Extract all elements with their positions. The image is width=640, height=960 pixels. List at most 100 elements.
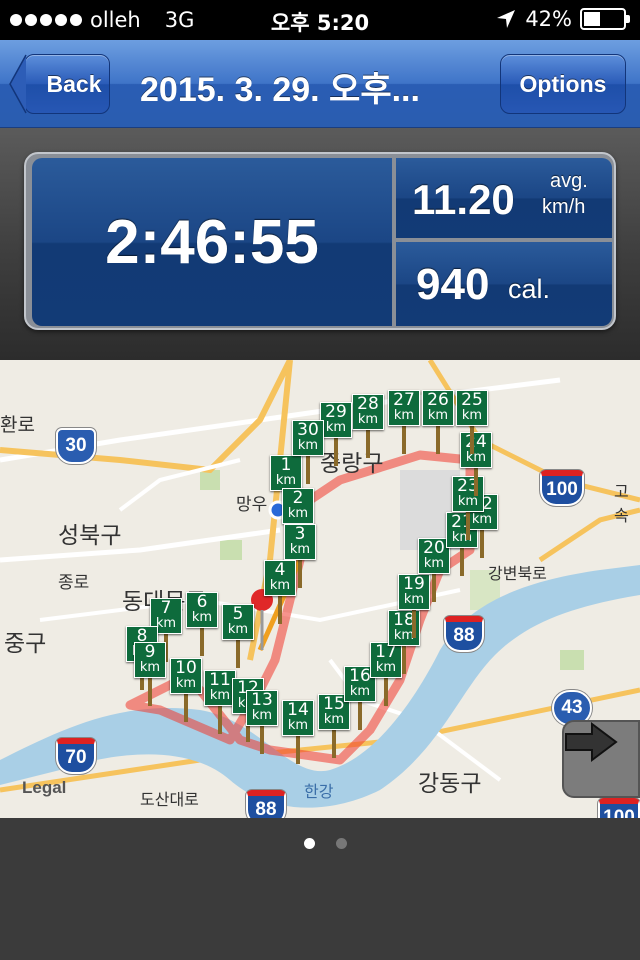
avg-speed-value: 11.20 bbox=[412, 176, 515, 223]
page-dot[interactable] bbox=[336, 838, 347, 849]
km-marker-unit: km bbox=[323, 712, 345, 727]
route-map[interactable]: 환로 성북구 종로 동대문구 중구 망우 중랑구 강변북로 강동구 도산대로 한… bbox=[0, 360, 640, 818]
km-marker-unit: km bbox=[287, 506, 309, 521]
km-marker-number: 10 bbox=[175, 658, 197, 678]
km-marker-unit: km bbox=[325, 420, 347, 435]
km-marker[interactable]: 4 km bbox=[264, 560, 296, 596]
km-marker-number: 4 bbox=[274, 560, 286, 580]
km-marker-unit: km bbox=[457, 494, 479, 509]
km-marker-pole bbox=[436, 426, 440, 454]
km-marker-unit: km bbox=[139, 660, 161, 675]
km-marker-unit: km bbox=[191, 610, 213, 625]
km-marker-pole bbox=[298, 560, 302, 588]
avg-speed-unit: km/h bbox=[542, 196, 586, 218]
km-marker[interactable]: 26 km bbox=[422, 390, 454, 426]
km-marker-pole bbox=[184, 694, 188, 722]
km-marker[interactable]: 1 km bbox=[270, 455, 302, 491]
avg-speed-label: avg. bbox=[550, 170, 588, 192]
km-marker-pole bbox=[306, 456, 310, 484]
location-arrow-icon bbox=[497, 10, 516, 28]
km-marker-unit: km bbox=[269, 578, 291, 593]
km-marker-unit: km bbox=[251, 708, 273, 723]
km-marker-number: 27 bbox=[393, 390, 415, 410]
km-marker-unit: km bbox=[465, 450, 487, 465]
km-marker[interactable]: 19 km bbox=[398, 574, 430, 610]
km-marker[interactable]: 14 km bbox=[282, 700, 314, 736]
km-marker-pole bbox=[480, 530, 484, 558]
navigation-bar: Back 2015. 3. 29. 오후... Options bbox=[0, 40, 640, 128]
back-button-label: Back bbox=[46, 70, 102, 97]
km-marker-number: 14 bbox=[287, 700, 309, 720]
km-marker[interactable]: 9 km bbox=[134, 642, 166, 678]
km-marker-unit: km bbox=[471, 512, 493, 527]
bottom-area bbox=[0, 870, 640, 960]
page-title: 2015. 3. 29. 오후... bbox=[140, 71, 420, 109]
km-marker[interactable]: 23 km bbox=[452, 476, 484, 512]
next-page-button[interactable] bbox=[562, 720, 640, 798]
km-marker-pole bbox=[366, 430, 370, 458]
km-marker[interactable]: 6 km bbox=[186, 592, 218, 628]
km-marker-number: 11 bbox=[209, 670, 231, 690]
km-marker-number: 25 bbox=[461, 390, 483, 410]
km-marker-unit: km bbox=[427, 408, 449, 423]
km-marker-number: 7 bbox=[160, 598, 172, 618]
km-marker-unit: km bbox=[461, 408, 483, 423]
km-marker-number: 23 bbox=[457, 476, 479, 496]
km-marker-unit: km bbox=[423, 556, 445, 571]
legal-link[interactable]: Legal bbox=[22, 778, 66, 798]
km-marker-unit: km bbox=[287, 718, 309, 733]
km-marker[interactable]: 30 km bbox=[292, 420, 324, 456]
km-marker[interactable]: 5 km bbox=[222, 604, 254, 640]
km-marker[interactable]: 25 km bbox=[456, 390, 488, 426]
km-marker[interactable]: 17 km bbox=[370, 642, 402, 678]
arrow-right-icon bbox=[565, 722, 618, 762]
map-label: 한강 bbox=[304, 782, 334, 801]
page-indicator bbox=[0, 818, 640, 870]
km-marker-number: 30 bbox=[297, 420, 319, 440]
km-marker-pole bbox=[148, 678, 152, 706]
avg-speed-display: 11.20 avg. km/h bbox=[396, 158, 612, 238]
map-label: 종로 bbox=[58, 573, 90, 593]
back-arrow-icon bbox=[9, 54, 27, 114]
options-button[interactable]: Options bbox=[500, 54, 626, 114]
road-shield: 100 bbox=[540, 470, 584, 506]
km-marker[interactable]: 27 km bbox=[388, 390, 420, 426]
road-shield: 30 bbox=[56, 428, 96, 464]
km-marker-number: 1 bbox=[280, 455, 292, 475]
km-marker-unit: km bbox=[375, 660, 397, 675]
km-marker-number: 29 bbox=[325, 402, 347, 422]
page-dot-active[interactable] bbox=[304, 838, 315, 849]
road-shield: 100 bbox=[598, 798, 640, 818]
km-marker[interactable]: 10 km bbox=[170, 658, 202, 694]
km-marker-unit: km bbox=[297, 438, 319, 453]
battery-percent: 42% bbox=[525, 7, 572, 31]
map-label: 중랑구 bbox=[320, 451, 384, 477]
km-marker-pole bbox=[474, 468, 478, 496]
km-marker-pole bbox=[296, 736, 300, 764]
map-label: 강변북로 bbox=[488, 564, 547, 583]
stats-panel: 2:46:55 11.20 avg. km/h 940 cal. bbox=[0, 128, 640, 360]
km-marker-pole bbox=[236, 640, 240, 668]
km-marker[interactable]: 3 km bbox=[284, 524, 316, 560]
options-button-label: Options bbox=[519, 70, 607, 97]
km-marker-unit: km bbox=[357, 412, 379, 427]
km-marker-pole bbox=[460, 548, 464, 576]
km-marker[interactable]: 24 km bbox=[460, 432, 492, 468]
km-marker-number: 13 bbox=[251, 690, 273, 710]
duration-value: 2:46:55 bbox=[105, 207, 319, 277]
km-marker[interactable]: 2 km bbox=[282, 488, 314, 524]
duration-display: 2:46:55 bbox=[32, 158, 392, 326]
km-marker[interactable]: 28 km bbox=[352, 394, 384, 430]
map-label: 고속 bbox=[614, 482, 629, 525]
km-marker-unit: km bbox=[349, 684, 371, 699]
km-marker-number: 20 bbox=[423, 538, 445, 558]
km-marker-pole bbox=[200, 628, 204, 656]
road-shield: 88 bbox=[246, 790, 286, 818]
km-marker-pole bbox=[384, 678, 388, 706]
km-marker[interactable]: 13 km bbox=[246, 690, 278, 726]
km-marker-pole bbox=[402, 426, 406, 454]
km-marker-pole bbox=[334, 438, 338, 466]
km-marker-unit: km bbox=[175, 676, 197, 691]
calories-unit: cal. bbox=[508, 274, 551, 304]
km-marker[interactable]: 29 km bbox=[320, 402, 352, 438]
